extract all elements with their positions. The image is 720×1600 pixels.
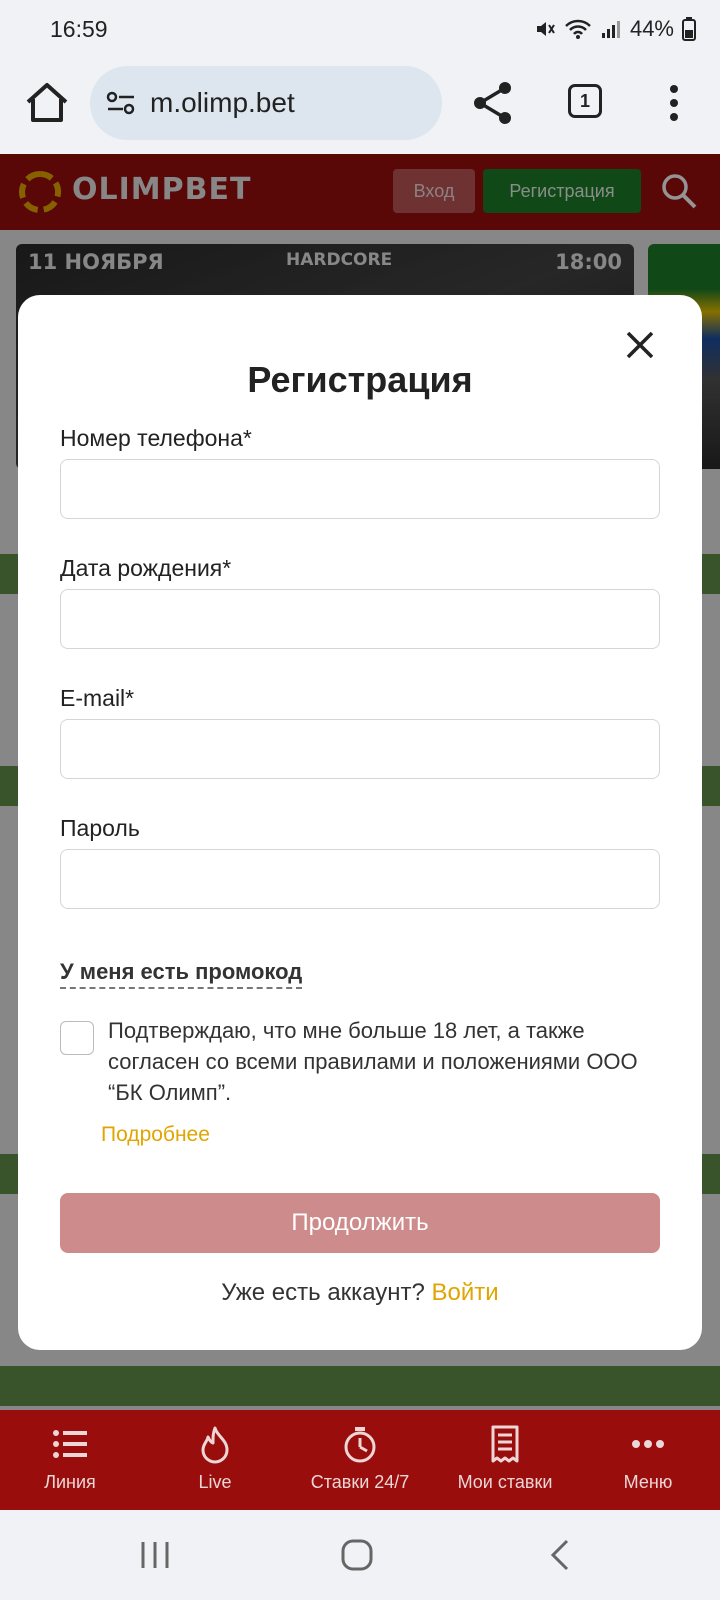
age-terms-checkbox[interactable] (60, 1021, 94, 1055)
more-horizontal-icon (632, 1440, 664, 1448)
nav-item-my-bets[interactable]: Мои ставки (435, 1410, 575, 1510)
home-icon[interactable] (22, 78, 72, 128)
continue-button[interactable]: Продолжить (60, 1193, 660, 1253)
birth-date-label: Дата рождения* (60, 555, 232, 581)
phone-input[interactable] (60, 459, 660, 519)
email-label: E-mail* (60, 685, 135, 711)
more-vertical-icon[interactable] (660, 82, 688, 124)
nav-label: Live (198, 1472, 232, 1492)
battery-percent: 44% (629, 16, 674, 41)
age-terms-text: Подтверждаю, что мне больше 18 лет, а та… (108, 1018, 638, 1105)
recent-apps-icon[interactable] (138, 1540, 172, 1570)
status-bar: 16:59 44% (0, 0, 720, 58)
password-label: Пароль (60, 815, 140, 841)
site-bottom-nav: Линия Live Ставки 24/7 Мои ставки Меню (0, 1410, 720, 1510)
have-account-line: Уже есть аккаунт? Войти (18, 1279, 702, 1307)
phone-label: Номер телефона* (60, 425, 252, 451)
back-icon[interactable] (548, 1538, 572, 1572)
signal-icon (601, 21, 620, 38)
login-link[interactable]: Войти (432, 1279, 499, 1306)
registration-modal: Регистрация Номер телефона* Дата рождени… (18, 295, 702, 1350)
address-bar[interactable]: m.olimp.bet (90, 66, 442, 140)
mute-icon (536, 22, 555, 36)
stopwatch-icon (344, 1427, 376, 1463)
nav-item-live[interactable]: Live (145, 1410, 285, 1510)
nav-label: Мои ставки (457, 1472, 553, 1492)
have-account-text: Уже есть аккаунт? (221, 1279, 425, 1306)
nav-item-menu[interactable]: Меню (578, 1410, 718, 1510)
nav-item-bets-24-7[interactable]: Ставки 24/7 (290, 1410, 430, 1510)
status-time: 16:59 (50, 16, 108, 42)
browser-toolbar: m.olimp.bet 1 (0, 58, 720, 154)
modal-title: Регистрация (247, 359, 473, 400)
nav-label: Ставки 24/7 (310, 1472, 410, 1492)
wifi-icon (565, 19, 591, 39)
share-icon[interactable] (470, 78, 516, 128)
promo-code-toggle[interactable]: У меня есть промокод (60, 959, 303, 989)
password-input[interactable] (60, 849, 660, 909)
home-nav-icon[interactable] (340, 1538, 374, 1572)
nav-item-line[interactable]: Линия (0, 1410, 140, 1510)
birth-date-input[interactable] (60, 589, 660, 649)
battery-icon (682, 17, 696, 41)
url-text: m.olimp.bet (150, 87, 295, 118)
email-input[interactable] (60, 719, 660, 779)
close-icon[interactable] (622, 327, 658, 363)
nav-label: Линия (44, 1472, 96, 1492)
terms-more-link[interactable]: Подробнее (101, 1123, 210, 1147)
nav-label: Меню (623, 1472, 673, 1492)
list-icon (53, 1430, 87, 1458)
tab-switcher-button[interactable]: 1 (568, 84, 602, 118)
system-navigation-bar (0, 1510, 720, 1600)
flame-icon (201, 1426, 229, 1464)
site-settings-icon[interactable] (106, 90, 136, 116)
receipt-icon (491, 1425, 519, 1463)
